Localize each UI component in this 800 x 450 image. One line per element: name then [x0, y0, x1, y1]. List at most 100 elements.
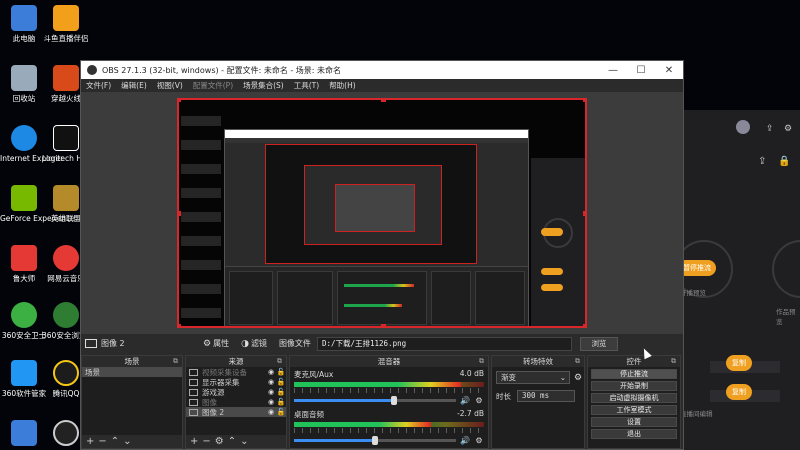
dock-float-icon[interactable]: ⧉ [277, 356, 282, 367]
menu-tools[interactable]: 工具(T) [294, 80, 319, 91]
virtual-camera-button[interactable]: 启动虚拟摄像机 [591, 393, 677, 403]
share-icon-2[interactable]: ⇪ [758, 156, 766, 167]
nested-titlebar [225, 130, 528, 138]
properties-button[interactable]: ⚙ 属性 [203, 338, 229, 349]
source-item[interactable]: 游戏源 ◉ 🔓 [186, 387, 286, 397]
add-scene-icon[interactable]: + [86, 436, 98, 447]
recycle-bin-icon[interactable]: 回收站 [0, 65, 48, 103]
resize-handle-t[interactable] [381, 100, 386, 102]
scene-item[interactable]: 场景 [82, 367, 182, 377]
scenes-footer: +−⌃⌄ [82, 435, 182, 448]
gear-icon[interactable]: ⚙ [474, 396, 484, 405]
resize-handle-tr[interactable] [583, 100, 585, 102]
browse-button[interactable]: 浏览 [579, 336, 618, 351]
maximize-button[interactable]: ☐ [627, 65, 655, 76]
copy-button-1[interactable]: 复制 [726, 355, 752, 371]
dock-float-icon[interactable]: ⧉ [671, 356, 676, 367]
start-recording-button[interactable]: 开始录制 [591, 381, 677, 391]
menu-file[interactable]: 文件(F) [86, 80, 111, 91]
menu-scene-collection[interactable]: 场景集合(S) [243, 80, 284, 91]
exit-button[interactable]: 退出 [591, 429, 677, 439]
source-item[interactable]: 图像 ◉ 🔓 [186, 397, 286, 407]
menu-view[interactable]: 视图(V) [157, 80, 183, 91]
resize-handle-tl[interactable] [179, 100, 181, 102]
douyu-icon[interactable]: 斗鱼直播伴侣 [42, 5, 90, 43]
add-source-icon[interactable]: + [190, 436, 202, 447]
resize-handle-r[interactable] [583, 211, 585, 216]
transition-type: 渐变 [501, 373, 516, 382]
source-item[interactable]: 图像 2 ◉ 🔓 [186, 407, 286, 417]
volume-slider[interactable] [294, 436, 456, 445]
eye-icon[interactable]: ◉ [266, 388, 276, 396]
dock-float-icon[interactable]: ⧉ [173, 356, 178, 367]
resize-handle-l[interactable] [179, 211, 181, 216]
duration-input[interactable]: 300 ms [517, 390, 575, 402]
second-circle[interactable] [772, 240, 800, 298]
gear-icon[interactable]: ⚙ [215, 436, 228, 447]
eye-icon[interactable]: ◉ [266, 378, 276, 386]
lock-icon[interactable]: 🔓 [276, 378, 286, 386]
gear-icon[interactable]: ⚙ [574, 373, 582, 383]
move-up-icon[interactable]: ⌃ [228, 436, 240, 447]
volume-slider[interactable] [294, 396, 456, 405]
dock-float-icon[interactable]: ⧉ [479, 356, 484, 367]
copy-button-2[interactable]: 复制 [726, 384, 752, 400]
speaker-icon[interactable]: 🔊 [460, 396, 470, 405]
eye-icon[interactable]: ◉ [266, 368, 276, 376]
partial-icon-1[interactable] [0, 420, 48, 449]
obs-titlebar[interactable]: OBS 27.1.3 (32-bit, windows) - 配置文件: 未命名… [81, 61, 683, 79]
sources-dock: 来源 ⧉ 视频采集设备 ◉ 🔓 显示器采集 ◉ 🔓 游戏源 ◉ 🔓 图像 ◉ 🔓 图像 2 ◉ 🔓 +… [185, 355, 287, 449]
move-down-icon[interactable]: ⌄ [123, 436, 135, 447]
resize-handle-br[interactable] [583, 324, 585, 326]
360-safe-icon[interactable]: 360安全卫士 [0, 302, 48, 340]
eye-icon[interactable]: ◉ [266, 408, 276, 416]
lock-icon[interactable]: 🔓 [276, 388, 286, 396]
lock-icon[interactable]: 🔓 [276, 368, 286, 376]
resize-handle-b[interactable] [381, 324, 386, 326]
stop-streaming-button[interactable]: 停止推流 [591, 369, 677, 379]
sources-title: 来源 [228, 357, 244, 366]
qq-icon-glyph [53, 360, 79, 386]
preview-area[interactable] [81, 92, 683, 334]
dock-float-icon[interactable]: ⧉ [575, 356, 580, 367]
lock-icon[interactable]: 🔒 [778, 156, 790, 167]
menu-help[interactable]: 帮助(H) [329, 80, 356, 91]
move-down-icon[interactable]: ⌄ [240, 436, 252, 447]
studio-mode-button[interactable]: 工作室模式 [591, 405, 677, 415]
settings-button[interactable]: 设置 [591, 417, 677, 427]
move-up-icon[interactable]: ⌃ [111, 436, 123, 447]
remove-scene-icon[interactable]: − [98, 436, 110, 447]
lock-icon[interactable]: 🔓 [276, 398, 286, 406]
settings-icon[interactable]: ⚙ [784, 124, 792, 134]
image-path-field[interactable]: D:/下载/王排1126.png [316, 336, 572, 351]
transition-select[interactable]: 渐变 ⌄ [496, 371, 570, 384]
resize-handle-bl[interactable] [179, 324, 181, 326]
obs-icon [53, 420, 79, 446]
share-icon[interactable]: ⇪ [766, 124, 774, 134]
chevron-down-icon: ⌄ [559, 373, 566, 382]
geforce-experience-icon[interactable]: GeForce Experience [0, 185, 75, 223]
menu-edit[interactable]: 编辑(E) [121, 80, 147, 91]
eye-icon[interactable]: ◉ [266, 398, 276, 406]
remove-source-icon[interactable]: − [202, 436, 214, 447]
menu-profile[interactable]: 配置文件(P) [193, 80, 233, 91]
internet-explorer-icon[interactable]: Internet Explorer [0, 125, 63, 163]
volume-knob[interactable] [391, 396, 398, 405]
filters-button[interactable]: ◑ 滤镜 [241, 338, 267, 349]
ludashi-icon[interactable]: 鲁大师 [0, 245, 48, 283]
this-pc-icon[interactable]: 此电脑 [0, 5, 48, 43]
minimize-button[interactable]: — [599, 65, 627, 76]
speaker-icon[interactable]: 🔊 [460, 436, 470, 445]
source-item[interactable]: 视频采集设备 ◉ 🔓 [186, 367, 286, 377]
lock-icon[interactable]: 🔓 [276, 408, 286, 416]
gear-icon[interactable]: ⚙ [474, 436, 484, 445]
source-item[interactable]: 显示器采集 ◉ 🔓 [186, 377, 286, 387]
image-icon [189, 398, 198, 406]
nested-preview-1 [265, 144, 477, 264]
360-software-manager-icon[interactable]: 360软件管家 [0, 360, 48, 398]
selected-source-capture[interactable] [177, 98, 587, 328]
volume-knob[interactable] [372, 436, 378, 445]
mirrored-right-app [531, 158, 585, 326]
avatar[interactable] [736, 120, 750, 134]
close-button[interactable]: ✕ [655, 65, 683, 76]
